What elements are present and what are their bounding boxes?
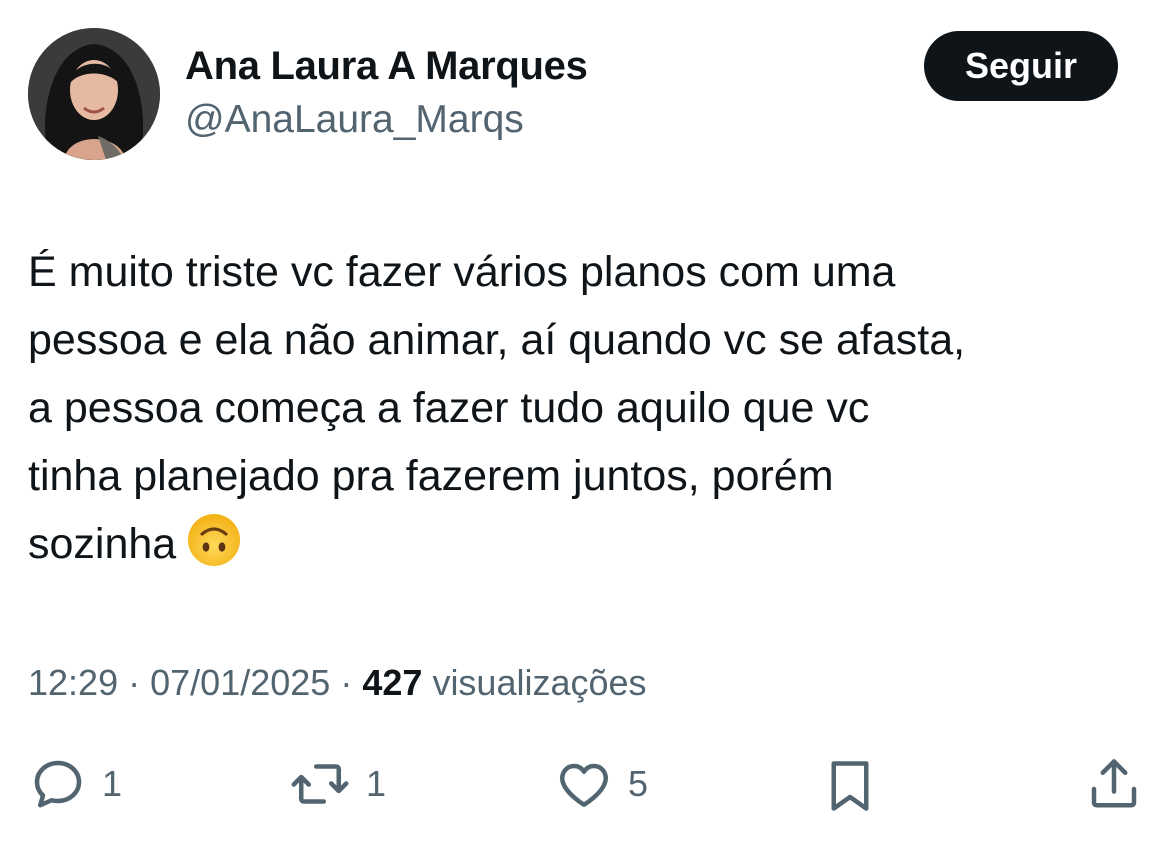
avatar[interactable] (28, 28, 160, 160)
upside-down-face-emoji (186, 512, 242, 588)
author-display-name[interactable]: Ana Laura A Marques (185, 44, 588, 89)
like-button[interactable]: 5 (554, 754, 648, 814)
reply-icon (34, 760, 82, 808)
share-button[interactable] (1084, 752, 1144, 816)
heart-icon (560, 763, 608, 807)
tweet-text: É muito triste vc fazer vários planos co… (28, 238, 1158, 588)
tweet-text-line: sozinha (28, 520, 177, 568)
bookmark-icon (831, 761, 869, 811)
share-icon (1091, 759, 1137, 808)
author-handle[interactable]: @AnaLaura_Marqs (185, 98, 524, 142)
retweet-icon (291, 764, 349, 804)
meta-separator: · (340, 662, 353, 703)
retweet-count: 1 (366, 763, 387, 804)
like-count: 5 (628, 763, 649, 804)
avatar-image (28, 28, 160, 160)
follow-button[interactable]: Seguir (924, 31, 1118, 101)
tweet-text-line-last: sozinha (28, 510, 1158, 588)
bookmark-button[interactable] (820, 754, 880, 818)
tweet-date[interactable]: 07/01/2025 (150, 662, 330, 703)
views-count: 427 (362, 662, 423, 703)
tweet-text-line: tinha planejado pra fazerem juntos, poré… (28, 452, 834, 500)
reply-count: 1 (102, 763, 123, 804)
views-label: visualizações (432, 662, 647, 703)
tweet-text-line: É muito triste vc fazer vários planos co… (28, 248, 896, 296)
tweet-time[interactable]: 12:29 (28, 662, 118, 703)
tweet-text-line: a pessoa começa a fazer tudo aquilo que … (28, 384, 870, 432)
retweet-button[interactable]: 1 (288, 754, 386, 814)
tweet-meta: 12:29 · 07/01/2025 · 427 visualizações (28, 662, 647, 704)
tweet-text-line: pessoa e ela não animar, aí quando vc se… (28, 316, 966, 364)
action-bar: 1 1 5 (0, 750, 1170, 830)
reply-button[interactable]: 1 (28, 754, 122, 814)
meta-separator: · (128, 662, 141, 703)
